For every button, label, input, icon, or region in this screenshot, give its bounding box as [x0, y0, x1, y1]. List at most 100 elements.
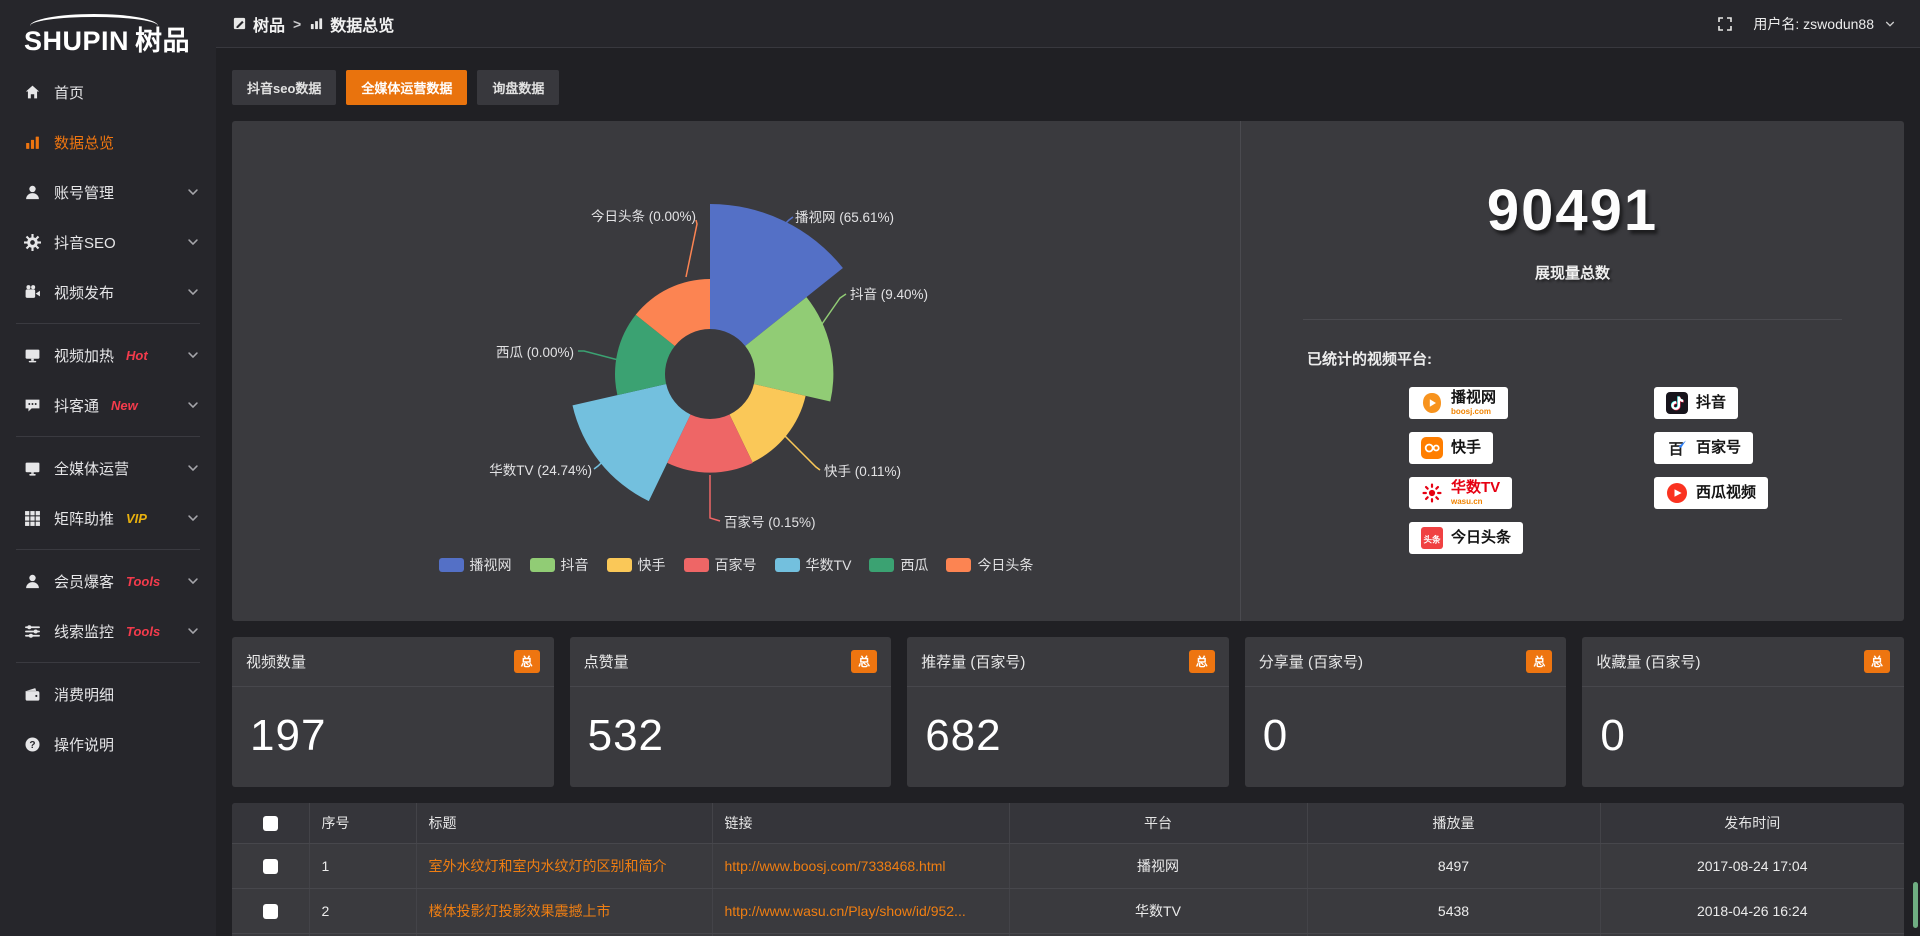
tab-inactive[interactable]: 询盘数据: [477, 70, 559, 105]
chevron-down-icon: [186, 511, 200, 525]
svg-text:?: ?: [29, 739, 35, 750]
pie-slice-4[interactable]: [572, 384, 690, 501]
overview-panel: 播视网 (65.61%)抖音 (9.40%)快手 (0.11%)百家号 (0.1…: [232, 121, 1904, 621]
stat-cards: 视频数量总197点赞量总532推荐量 (百家号)总682分享量 (百家号)总0收…: [232, 637, 1904, 787]
sidebar-item-video-publish[interactable]: 视频发布: [0, 267, 216, 317]
sidebar-item-badge: VIP: [126, 511, 147, 526]
pie-slice-label: 今日头条 (0.00%): [591, 208, 696, 224]
legend-item[interactable]: 西瓜: [869, 555, 928, 575]
total-label: 展现量总数: [1241, 262, 1904, 283]
stat-card-header: 点赞量总: [570, 637, 892, 687]
sidebar-item-douketong[interactable]: 抖客通New: [0, 380, 216, 430]
stat-card-header: 收藏量 (百家号)总: [1582, 637, 1904, 687]
sidebar-item-lead-monitor[interactable]: 线索监控Tools: [0, 606, 216, 656]
total-area: 90491 展现量总数 已统计的视频平台: 播视网boosj.com抖音快手百百…: [1240, 121, 1904, 621]
platform-badge: 西瓜视频: [1654, 477, 1768, 509]
label-leader-line: [782, 433, 820, 470]
platform-name: 抖音: [1696, 395, 1726, 411]
platform-badge: 抖音: [1654, 387, 1738, 419]
platform-name: 华数TV: [1451, 480, 1500, 496]
sidebar-item-video-heat[interactable]: 视频加热Hot: [0, 330, 216, 380]
table-row: 2楼体投影灯投影效果震撼上市http://www.wasu.cn/Play/sh…: [232, 888, 1904, 933]
sidebar-item-data-overview[interactable]: 数据总览: [0, 117, 216, 167]
sidebar-item-douyin-seo[interactable]: 抖音SEO: [0, 217, 216, 267]
legend-item[interactable]: 百家号: [684, 555, 757, 575]
monitor-icon: [24, 460, 41, 477]
sidebar-item-label: 账号管理: [54, 182, 114, 203]
tab-inactive[interactable]: 抖音seo数据: [232, 70, 336, 105]
chat-icon: [24, 397, 41, 414]
breadcrumb-item[interactable]: 树品: [232, 12, 285, 36]
sidebar-item-matrix-boost[interactable]: 矩阵助推VIP: [0, 493, 216, 543]
stat-card-total-badge[interactable]: 总: [1189, 650, 1215, 673]
sidebar-item-account-management[interactable]: 账号管理: [0, 167, 216, 217]
legend-item[interactable]: 华数TV: [775, 555, 852, 575]
stat-card-total-badge[interactable]: 总: [851, 650, 877, 673]
legend-label: 抖音: [561, 555, 589, 575]
legend-item[interactable]: 抖音: [530, 555, 589, 575]
home-icon: [24, 84, 41, 101]
sidebar-item-home[interactable]: 首页: [0, 67, 216, 117]
column-header: 链接: [712, 803, 1009, 843]
chevron-down-icon: [186, 574, 200, 588]
content: 抖音seo数据全媒体运营数据询盘数据 播视网 (65.61%)抖音 (9.40%…: [216, 48, 1920, 936]
wallet-icon: [24, 686, 41, 703]
sidebar-item-member-baoke[interactable]: 会员爆客Tools: [0, 556, 216, 606]
stat-card-1: 点赞量总532: [570, 637, 892, 787]
chevron-down-icon[interactable]: [1884, 18, 1896, 30]
table-header-row: 序号标题链接平台播放量发布时间: [232, 803, 1904, 843]
sidebar-item-label: 视频发布: [54, 282, 114, 303]
legend-item[interactable]: 今日头条: [946, 555, 1033, 575]
scrollbar-thumb[interactable]: [1913, 882, 1918, 928]
logo-cn: 树品: [135, 26, 190, 56]
sidebar-item-badge: New: [111, 398, 138, 413]
legend-label: 播视网: [470, 555, 512, 575]
cell-url-link[interactable]: http://www.wasu.cn/Play/show/id/952...: [712, 888, 1009, 933]
tab-active[interactable]: 全媒体运营数据: [346, 70, 467, 105]
sidebar-group-divider: [16, 323, 200, 324]
breadcrumb-label: 树品: [253, 12, 285, 36]
legend-item[interactable]: 播视网: [439, 555, 512, 575]
cell-title-link[interactable]: 楼体投影灯投影效果震撼上市: [416, 888, 712, 933]
grid-icon: [24, 510, 41, 527]
cell-url-link[interactable]: http://www.boosj.com/7338468.html: [712, 843, 1009, 888]
help-icon: ?: [24, 736, 41, 753]
stat-card-value: 0: [1245, 687, 1567, 761]
platform-badge: 百百家号: [1654, 432, 1753, 464]
platforms-label: 已统计的视频平台:: [1307, 348, 1904, 369]
legend-swatch: [530, 558, 555, 572]
stat-card-total-badge[interactable]: 总: [1864, 650, 1890, 673]
platform-badge: 播视网boosj.com: [1409, 387, 1508, 419]
cell-index: 2: [309, 888, 416, 933]
breadcrumb-item[interactable]: 数据总览: [309, 12, 394, 36]
sidebar-item-label: 抖音SEO: [54, 232, 116, 253]
fullscreen-icon[interactable]: [1717, 16, 1733, 32]
legend-item[interactable]: 快手: [607, 555, 666, 575]
sliders-icon: [24, 623, 41, 640]
stat-card-value: 532: [570, 687, 892, 761]
stat-card-header: 分享量 (百家号)总: [1245, 637, 1567, 687]
sidebar-item-operation-guide[interactable]: ?操作说明: [0, 719, 216, 769]
stat-card-total-badge[interactable]: 总: [1526, 650, 1552, 673]
row-checkbox[interactable]: [263, 904, 278, 919]
select-all-checkbox[interactable]: [263, 816, 278, 831]
sidebar-item-omni-media[interactable]: 全媒体运营: [0, 443, 216, 493]
legend-swatch: [439, 558, 464, 572]
row-checkbox[interactable]: [263, 859, 278, 874]
cell-index: 1: [309, 843, 416, 888]
platform-name: 播视网: [1451, 390, 1496, 406]
username-label[interactable]: 用户名: zswodun88: [1753, 14, 1874, 34]
logo: SHUPIN树品: [0, 8, 216, 67]
platform-badges: 播视网boosj.com抖音快手百百家号华数TVwasu.cn西瓜视频头条今日头…: [1241, 387, 1904, 554]
sidebar-item-consume-detail[interactable]: 消费明细: [0, 669, 216, 719]
cell-title-link[interactable]: 室外水纹灯和室内水纹灯的区别和简介: [416, 843, 712, 888]
stat-card-total-badge[interactable]: 总: [514, 650, 540, 673]
chevron-down-icon: [186, 398, 200, 412]
platform-name: 今日头条: [1451, 530, 1511, 546]
main-area: 树品>数据总览 用户名: zswodun88 抖音seo数据全媒体运营数据询盘数…: [216, 0, 1920, 936]
label-leader-line: [710, 475, 720, 521]
pie-chart-area: 播视网 (65.61%)抖音 (9.40%)快手 (0.11%)百家号 (0.1…: [232, 121, 1240, 621]
videos-table: 序号标题链接平台播放量发布时间1室外水纹灯和室内水纹灯的区别和简介http://…: [232, 803, 1904, 936]
chart-icon: [24, 134, 41, 151]
sidebar-item-label: 消费明细: [54, 684, 114, 705]
